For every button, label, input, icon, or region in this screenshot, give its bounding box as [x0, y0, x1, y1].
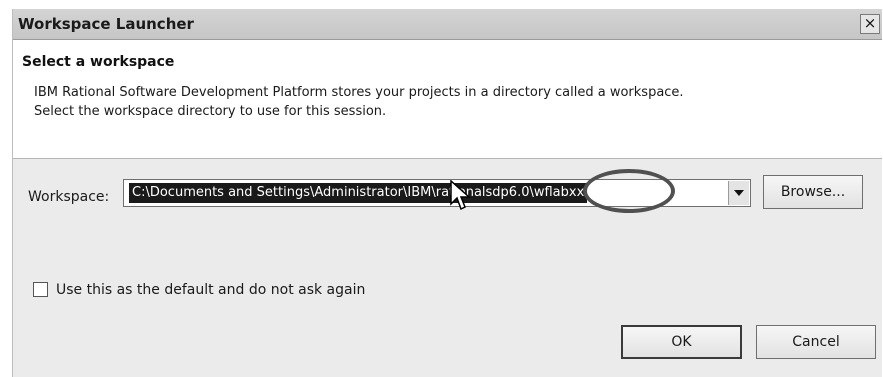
description-line-1: IBM Rational Software Development Platfo…	[34, 85, 684, 100]
workspace-launcher-dialog: Workspace Launcher × Select a workspace …	[12, 9, 882, 377]
mouse-pointer-icon	[450, 180, 471, 211]
chevron-down-icon[interactable]	[728, 181, 749, 205]
description-line-2: Select the workspace directory to use fo…	[34, 104, 387, 119]
window-title: Workspace Launcher	[18, 15, 194, 33]
default-checkbox-label: Use this as the default and do not ask a…	[56, 282, 366, 298]
browse-button[interactable]: Browse...	[763, 175, 863, 209]
cancel-button[interactable]: Cancel	[756, 325, 876, 359]
header-panel: Select a workspace IBM Rational Software…	[13, 40, 882, 159]
header-description: IBM Rational Software Development Platfo…	[34, 83, 684, 121]
ok-button[interactable]: OK	[621, 325, 742, 359]
title-bar: Workspace Launcher ×	[13, 9, 882, 40]
workspace-label: Workspace:	[28, 189, 110, 205]
workspace-path-input[interactable]: C:\Documents and Settings\Administrator\…	[129, 183, 588, 203]
header-title: Select a workspace	[22, 54, 175, 70]
close-icon[interactable]: ×	[860, 14, 880, 34]
workspace-combobox[interactable]: C:\Documents and Settings\Administrator\…	[123, 179, 751, 207]
default-checkbox[interactable]	[33, 282, 48, 297]
